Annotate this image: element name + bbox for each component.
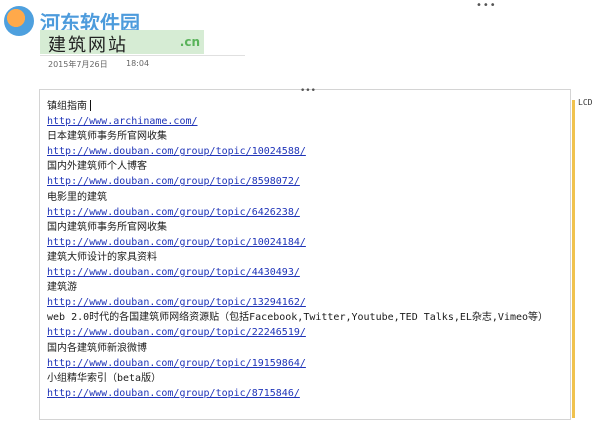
container-resize-edge[interactable]	[572, 100, 575, 418]
content-link[interactable]: http://www.douban.com/group/topic/100245…	[47, 144, 567, 159]
content-link[interactable]: http://www.douban.com/group/topic/100241…	[47, 235, 567, 250]
content-link[interactable]: http://www.douban.com/group/topic/132941…	[47, 295, 567, 310]
note-date: 2015年7月26日	[48, 60, 108, 69]
note-time: 18:04	[126, 59, 150, 68]
content-link[interactable]: http://www.douban.com/group/topic/642623…	[47, 205, 567, 220]
content-link[interactable]: http://www.douban.com/group/topic/859807…	[47, 174, 567, 189]
content-link[interactable]: http://www.douban.com/group/topic/191598…	[47, 356, 567, 371]
container-drag-handle[interactable]: •••	[300, 86, 316, 96]
window-menu-dots[interactable]: •••	[476, 0, 497, 11]
side-label: LCD	[578, 98, 593, 107]
content-text: 镇组指南	[47, 99, 567, 114]
content-link[interactable]: http://www.douban.com/group/topic/443049…	[47, 265, 567, 280]
content-link[interactable]: http://www.archiname.com/	[47, 114, 567, 129]
content-text: web 2.0时代的各国建筑师网络资源贴（包括Facebook,Twitter,…	[47, 312, 549, 324]
content-text: 国内建筑师事务所官网收集	[47, 221, 167, 233]
content-text: 国内各建筑师新浪微博	[47, 342, 147, 354]
note-content[interactable]: 镇组指南 http://www.archiname.com/日本建筑师事务所官网收…	[47, 99, 567, 401]
content-text: 建筑大师设计的家具资料	[47, 251, 157, 263]
logo-icon	[4, 6, 34, 36]
text-cursor	[90, 100, 91, 111]
content-text: 建筑游	[47, 282, 77, 294]
title-divider	[40, 55, 245, 56]
page-title[interactable]: 建筑网站	[48, 31, 128, 57]
content-link[interactable]: http://www.douban.com/group/topic/871584…	[47, 386, 567, 401]
content-text: 电影里的建筑	[47, 191, 107, 203]
content-link[interactable]: http://www.douban.com/group/topic/222465…	[47, 325, 567, 340]
content-text: 小组精华索引（beta版）	[47, 372, 162, 384]
content-text: 国内外建筑师个人博客	[47, 161, 147, 173]
content-text: 日本建筑师事务所官网收集	[47, 131, 167, 143]
